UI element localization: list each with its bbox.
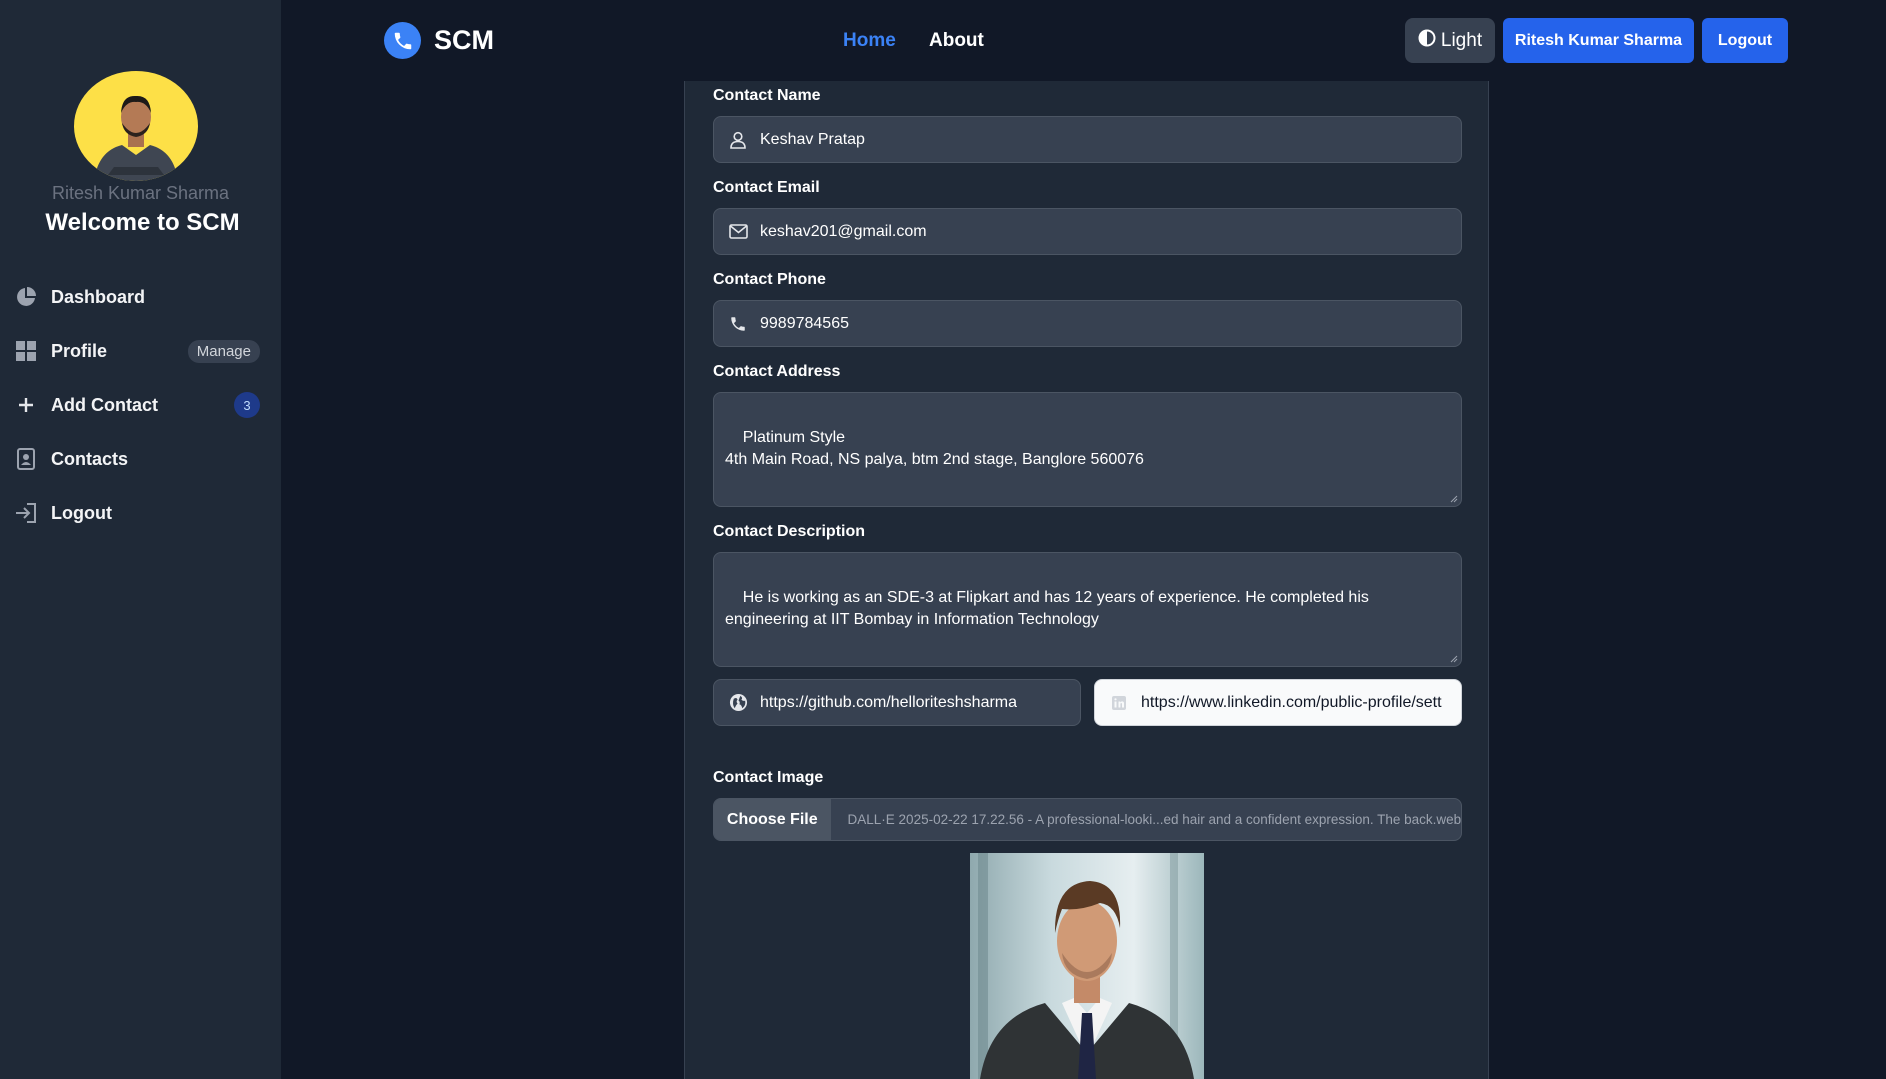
contact-form: Contact Name Keshav Pratap Contact Email… (684, 81, 1489, 1079)
globe-icon (728, 693, 748, 713)
grid-icon (14, 339, 38, 363)
user-icon (728, 130, 748, 150)
contact-description-textarea[interactable]: He is working as an SDE-3 at Flipkart an… (713, 552, 1462, 667)
contact-phone-value: 9989784565 (760, 314, 849, 332)
sidebar-item-dashboard[interactable]: Dashboard (14, 279, 260, 315)
theme-toggle-button[interactable]: Light (1405, 18, 1495, 63)
sidebar-item-label: Logout (51, 502, 112, 523)
manage-badge: Manage (187, 339, 260, 363)
contact-name-value: Keshav Pratap (760, 130, 865, 148)
selected-file-name: DALL·E 2025-02-22 17.22.56 - A professio… (847, 812, 1461, 827)
user-button[interactable]: Ritesh Kumar Sharma (1503, 18, 1694, 63)
linkedin-link-value: https://www.linkedin.com/public-profile/… (1141, 693, 1442, 711)
pie-chart-icon (14, 285, 38, 309)
contact-email-label: Contact Email (713, 179, 820, 196)
logout-button[interactable]: Logout (1702, 18, 1788, 63)
phone-icon (728, 314, 748, 334)
contact-address-textarea[interactable]: Platinum Style 4th Main Road, NS palya, … (713, 392, 1462, 507)
contact-address-value: Platinum Style 4th Main Road, NS palya, … (725, 429, 1144, 468)
theme-toggle-label: Light (1440, 29, 1483, 51)
sidebar-item-add-contact[interactable]: Add Contact 3 (14, 387, 260, 423)
avatar (74, 71, 198, 181)
count-badge: 3 (234, 392, 260, 418)
phone-logo-icon (384, 22, 421, 59)
address-book-icon (14, 447, 38, 471)
envelope-icon (728, 222, 748, 242)
contact-image-file-input[interactable]: Choose File DALL·E 2025-02-22 17.22.56 -… (713, 798, 1462, 841)
sidebar-item-label: Profile (51, 340, 108, 361)
half-circle-icon (1418, 29, 1436, 53)
nav-home-link[interactable]: Home (843, 30, 896, 52)
resize-handle-icon[interactable] (1448, 653, 1458, 663)
sign-in-icon (14, 501, 38, 525)
brand[interactable]: SCM (384, 22, 494, 59)
website-link-field[interactable]: https://github.com/helloriteshsharma (713, 679, 1081, 726)
contact-email-value: keshav201@gmail.com (760, 222, 927, 240)
contact-name-field[interactable]: Keshav Pratap (713, 116, 1462, 163)
website-link-value: https://github.com/helloriteshsharma (760, 693, 1018, 711)
contact-name-label: Contact Name (713, 87, 821, 104)
plus-icon (14, 393, 38, 417)
sidebar-item-contacts[interactable]: Contacts (14, 441, 260, 477)
contact-description-label: Contact Description (713, 523, 866, 540)
sidebar-item-profile[interactable]: Profile Manage (14, 333, 260, 369)
contact-description-value: He is working as an SDE-3 at Flipkart an… (725, 589, 1374, 628)
linkedin-icon (1109, 693, 1129, 713)
sidebar-item-label: Dashboard (51, 286, 146, 307)
sidebar-item-label: Contacts (51, 448, 129, 469)
sidebar: Ritesh Kumar Sharma Welcome to SCM Dashb… (0, 0, 281, 1079)
sidebar-username: Ritesh Kumar Sharma (51, 183, 230, 203)
contact-email-field[interactable]: keshav201@gmail.com (713, 208, 1462, 255)
contact-image-label: Contact Image (713, 769, 824, 786)
nav-about-link[interactable]: About (929, 30, 984, 52)
sidebar-item-label: Add Contact (51, 394, 158, 415)
resize-handle-icon[interactable] (1448, 493, 1458, 503)
contact-image-preview (970, 853, 1204, 1079)
brand-name: SCM (434, 25, 494, 55)
top-navbar: SCM Home About Light Ritesh Kumar Sharma… (281, 0, 1886, 81)
contact-address-label: Contact Address (713, 363, 841, 380)
choose-file-button[interactable]: Choose File (714, 799, 831, 840)
contact-phone-label: Contact Phone (713, 271, 826, 288)
linkedin-link-field[interactable]: https://www.linkedin.com/public-profile/… (1094, 679, 1462, 726)
sidebar-welcome-title: Welcome to SCM (45, 209, 240, 236)
contact-phone-field[interactable]: 9989784565 (713, 300, 1462, 347)
sidebar-item-logout[interactable]: Logout (14, 495, 260, 531)
